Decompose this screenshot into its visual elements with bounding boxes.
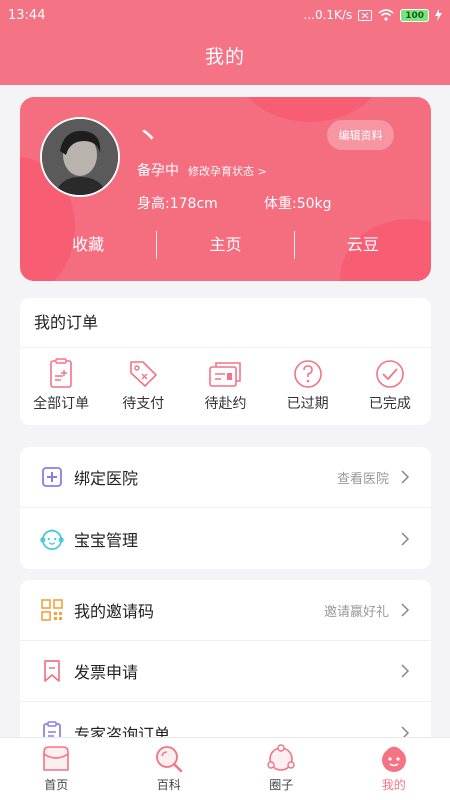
order-label: 已完成 — [368, 396, 411, 412]
baby-profile-icon — [381, 746, 406, 772]
tab-mine[interactable]: 我的 — [338, 738, 450, 800]
search-icon — [155, 746, 182, 773]
price-tag-icon — [130, 361, 158, 387]
order-status-row: 全部订单 待支付 待赴约 已过期 已完成 — [20, 348, 431, 413]
ticket-icon — [209, 362, 242, 387]
page-title: 我的 — [204, 46, 245, 68]
pregnancy-status: 备孕中 — [137, 163, 179, 179]
order-all[interactable]: 全部订单 — [24, 358, 99, 413]
question-icon — [293, 360, 322, 388]
invite-code-row[interactable]: 我的邀请码 邀请赢好礼 — [20, 580, 431, 641]
list-label: 宝宝管理 — [74, 530, 139, 550]
tab-label: 百科 — [156, 778, 181, 792]
charging-icon — [435, 9, 442, 21]
network-speed: ...0.1K/s — [303, 8, 353, 22]
service-list-2: 我的邀请码 邀请赢好礼 发票申请 专家咨询订单 — [20, 580, 431, 750]
decorative-circle — [235, 97, 385, 122]
qr-code-icon — [40, 598, 64, 622]
weight-value: 体重:50kg — [264, 196, 332, 212]
list-label: 绑定医院 — [74, 469, 139, 488]
bind-hospital-row[interactable]: 绑定医院 查看医院 — [20, 447, 431, 508]
battery-icon: 100 — [400, 8, 429, 22]
chevron-right-icon — [401, 664, 410, 678]
list-label: 我的邀请码 — [74, 602, 155, 621]
order-label: 待支付 — [122, 396, 165, 412]
order-expired[interactable]: 已过期 — [270, 358, 345, 413]
all-orders-icon — [50, 358, 72, 388]
invoice-bookmark-icon — [40, 659, 64, 683]
check-icon — [376, 360, 404, 388]
header: 13:44 ...0.1K/s 100 我的 — [0, 0, 450, 85]
homepage-link[interactable]: 主页 — [157, 230, 293, 260]
bottom-tab-bar: 首页 百科 圈子 我的 — [0, 737, 450, 800]
nickname: 丶 — [137, 125, 160, 150]
baby-face-icon — [40, 527, 64, 551]
height-value: 身高:178cm — [137, 196, 218, 212]
baby-management-row[interactable]: 宝宝管理 — [20, 508, 431, 569]
hospital-icon — [40, 465, 64, 489]
circle-network-icon — [267, 744, 295, 771]
tab-label: 圈子 — [269, 778, 294, 792]
profile-stats: 收藏 主页 云豆 — [20, 230, 431, 260]
avatar[interactable] — [40, 117, 120, 197]
tab-home[interactable]: 首页 — [0, 738, 113, 800]
status-time: 13:44 — [8, 7, 46, 23]
order-label: 已过期 — [286, 396, 329, 412]
favorites-link[interactable]: 收藏 — [20, 230, 156, 260]
chevron-right-icon — [401, 603, 410, 617]
view-hospital-hint: 查看医院 — [336, 471, 389, 487]
list-label: 发票申请 — [74, 663, 139, 682]
change-pregnancy-status-link[interactable]: 修改孕育状态 > — [188, 163, 267, 179]
service-list-1: 绑定医院 查看医院 宝宝管理 — [20, 447, 431, 569]
cloud-beans-link[interactable]: 云豆 — [295, 230, 431, 260]
invite-reward-hint: 邀请赢好礼 — [323, 604, 389, 620]
home-icon — [43, 746, 70, 771]
order-pending-appointment[interactable]: 待赴约 — [188, 358, 263, 413]
orders-card: 我的订单 全部订单 待支付 待赴约 已过期 已完成 — [20, 298, 431, 425]
tab-encyclopedia[interactable]: 百科 — [113, 738, 226, 800]
tab-label: 我的 — [381, 778, 406, 792]
order-label: 全部订单 — [33, 396, 90, 412]
tab-label: 首页 — [44, 778, 69, 792]
profile-card: 丶 编辑资料 备孕中 修改孕育状态 > 身高:178cm 体重:50kg 收藏 … — [20, 97, 431, 281]
order-label: 待赴约 — [204, 396, 247, 412]
status-bar: 13:44 ...0.1K/s 100 — [0, 0, 450, 30]
avatar-photo — [42, 119, 118, 195]
status-indicators: ...0.1K/s 100 — [303, 8, 442, 22]
invoice-request-row[interactable]: 发票申请 — [20, 641, 431, 702]
edit-profile-button[interactable]: 编辑资料 — [327, 120, 394, 150]
chevron-right-icon — [401, 531, 410, 546]
tab-community[interactable]: 圈子 — [225, 738, 338, 800]
chevron-right-icon — [401, 470, 410, 484]
sim-icon — [358, 9, 373, 21]
wifi-icon — [378, 9, 394, 21]
orders-title: 我的订单 — [20, 298, 431, 348]
order-pending-payment[interactable]: 待支付 — [106, 358, 181, 413]
order-completed[interactable]: 已完成 — [352, 358, 427, 413]
